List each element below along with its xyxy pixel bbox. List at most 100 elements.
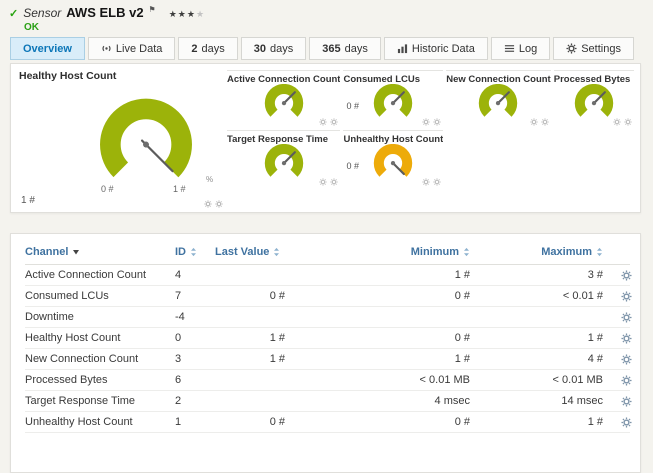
page-title: AWS ELB v2 <box>66 5 144 20</box>
channel-name: Target Response Time <box>25 395 136 407</box>
sort-desc-icon <box>72 248 80 256</box>
column-header-channel[interactable]: Channel <box>25 246 175 258</box>
primary-gauge-pane: Healthy Host Count 0 # 1 # % 1 # <box>19 70 225 210</box>
gauge-options-icon[interactable] <box>319 118 327 126</box>
channel-minimum: 0 # <box>454 416 470 428</box>
channel-settings-icon[interactable] <box>621 312 632 323</box>
column-header-id[interactable]: ID <box>175 246 215 258</box>
column-label: ID <box>175 246 186 258</box>
channel-settings-icon[interactable] <box>621 291 632 302</box>
tab-30-days[interactable]: 30 days <box>240 37 307 60</box>
stars-filled: ★★★ <box>168 9 196 19</box>
channel-id: 3 <box>175 353 182 365</box>
tab-number: 2 <box>191 42 198 55</box>
channel-name: New Connection Count <box>25 353 139 365</box>
channel-minimum: < 0.01 MB <box>419 374 470 386</box>
table-row[interactable]: Consumed LCUs 7 0 # 0 # < 0.01 # <box>25 286 630 307</box>
gauge-options-icon[interactable] <box>422 118 430 126</box>
tab-365-days[interactable]: 365 days <box>309 37 381 60</box>
tab-historic-data[interactable]: Historic Data <box>383 37 488 60</box>
sort-icon <box>190 247 197 257</box>
channel-table: Channel ID Last Value Minimum Maximum Ac… <box>11 234 640 433</box>
tab-label: Historic Data <box>411 42 475 55</box>
tab-log[interactable]: Log <box>490 37 551 60</box>
channel-settings-icon[interactable] <box>621 270 632 281</box>
column-header-minimum[interactable]: Minimum <box>285 246 470 258</box>
gauge-settings-icon[interactable] <box>330 118 338 126</box>
tab-label: days <box>270 42 294 55</box>
live-data-icon <box>101 43 112 54</box>
table-row[interactable]: Healthy Host Count 0 1 # 0 # 1 # <box>25 328 630 349</box>
channel-settings-icon[interactable] <box>621 396 632 407</box>
percent-toggle[interactable]: % <box>206 175 213 184</box>
table-row[interactable]: Active Connection Count 4 1 # 3 # <box>25 265 630 286</box>
table-row[interactable]: Downtime -4 <box>25 307 630 328</box>
gauge-options-icon[interactable] <box>530 118 538 126</box>
tab-number: 30 <box>253 42 267 55</box>
channel-maximum: < 0.01 MB <box>552 374 603 386</box>
table-header-row: Channel ID Last Value Minimum Maximum <box>25 240 630 265</box>
tab-overview[interactable]: Overview <box>10 37 85 60</box>
stars-empty: ★ <box>195 9 206 19</box>
status-badge: OK <box>24 22 39 33</box>
gauge-settings-icon[interactable] <box>624 118 632 126</box>
column-header-last-value[interactable]: Last Value <box>215 246 285 258</box>
gauge-options-icon[interactable] <box>204 200 212 208</box>
mini-gauge-unhealthy-host-count[interactable]: Unhealthy Host Count 0 # <box>343 130 444 190</box>
object-kind-label: Sensor <box>23 6 62 20</box>
gauge-settings-icon[interactable] <box>433 118 441 126</box>
gauge-settings-icon[interactable] <box>330 178 338 186</box>
priority-flag-icon[interactable]: ⚑ <box>149 5 156 14</box>
tab-settings[interactable]: Settings <box>553 37 634 60</box>
mini-gauge-target-response-time[interactable]: Target Response Time <box>227 130 341 190</box>
mini-gauge-processed-bytes[interactable]: Processed Bytes <box>553 70 634 130</box>
tab-live-data[interactable]: Live Data <box>87 37 176 60</box>
mini-gauge-consumed-lcus[interactable]: Consumed LCUs 0 # <box>343 70 444 130</box>
channel-maximum: 4 # <box>587 353 603 365</box>
channel-id: 4 <box>175 269 182 281</box>
table-row[interactable]: Unhealthy Host Count 1 0 # 0 # 1 # <box>25 412 630 433</box>
gauge <box>374 144 413 183</box>
column-label: Maximum <box>541 246 592 258</box>
tab-2-days[interactable]: 2 days <box>178 37 238 60</box>
table-row[interactable]: Target Response Time 2 4 msec 14 msec <box>25 391 630 412</box>
table-row[interactable]: Processed Bytes 6 < 0.01 MB < 0.01 MB <box>25 370 630 391</box>
channel-settings-icon[interactable] <box>621 375 632 386</box>
table-row[interactable]: New Connection Count 3 1 # 1 # 4 # <box>25 349 630 370</box>
channel-maximum: 14 msec <box>561 395 603 407</box>
channel-minimum: 0 # <box>454 332 470 344</box>
gauge-options-icon[interactable] <box>422 178 430 186</box>
gauge-options-icon[interactable] <box>613 118 621 126</box>
channel-settings-icon[interactable] <box>621 333 632 344</box>
channel-settings-icon[interactable] <box>621 354 632 365</box>
gauge-toolbar <box>319 118 338 126</box>
gauge-toolbar <box>530 118 549 126</box>
gauge <box>374 84 413 123</box>
gauge-options-icon[interactable] <box>319 178 327 186</box>
tab-label: Live Data <box>115 42 163 55</box>
gauge-settings-icon[interactable] <box>541 118 549 126</box>
gauge <box>264 144 303 183</box>
channel-maximum: 3 # <box>587 269 603 281</box>
gauge <box>479 84 518 123</box>
mini-gauge-value: 0 # <box>346 161 359 171</box>
historic-data-icon <box>397 43 408 54</box>
mini-gauge-active-connection-count[interactable]: Active Connection Count <box>227 70 341 130</box>
column-label: Last Value <box>215 246 270 258</box>
column-header-maximum[interactable]: Maximum <box>470 246 603 258</box>
gauge-settings-icon[interactable] <box>215 200 223 208</box>
gauge-current-value: 1 # <box>21 195 35 206</box>
sort-icon <box>273 247 280 257</box>
channel-name: Processed Bytes <box>25 374 108 386</box>
priority-stars[interactable]: ★★★★ <box>169 9 205 20</box>
gauge-settings-icon[interactable] <box>433 178 441 186</box>
channel-settings-icon[interactable] <box>621 417 632 428</box>
mini-gauge-new-connection-count[interactable]: New Connection Count <box>446 70 551 130</box>
gauge-toolbar <box>422 118 441 126</box>
gauge <box>264 84 303 123</box>
channel-table-panel: Channel ID Last Value Minimum Maximum Ac… <box>10 233 641 473</box>
channel-last-value: 1 # <box>269 332 285 344</box>
gauge-scale-min: 0 # <box>101 184 114 194</box>
channel-minimum: 4 msec <box>434 395 470 407</box>
tab-bar: Overview Live Data 2 days 30 days 365 da… <box>10 37 634 60</box>
